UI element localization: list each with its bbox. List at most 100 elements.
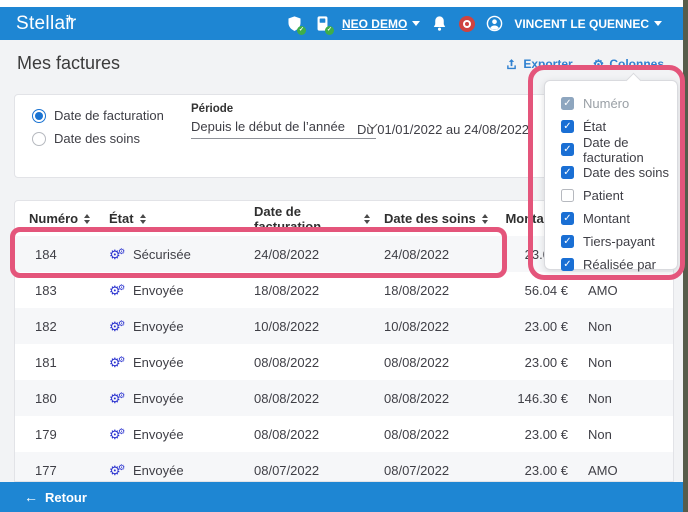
column-checkbox-label: Patient — [583, 188, 623, 203]
etat-label: Envoyée — [133, 355, 184, 370]
cell-date-facturation: 08/07/2022 — [240, 463, 370, 478]
app-logo[interactable]: Stellair — [16, 13, 76, 35]
cell-numero: 180 — [15, 391, 95, 406]
cell-etat: Envoyée — [95, 283, 240, 298]
date-range-text: Du 01/01/2022 au 24/08/2022 — [357, 122, 529, 137]
cell-date-soins: 10/08/2022 — [370, 319, 490, 334]
radio-date-soins-label: Date des soins — [54, 131, 140, 146]
cell-numero: 184 — [15, 247, 95, 262]
user-menu[interactable]: VINCENT LE QUENNEC — [514, 17, 662, 31]
column-checkbox-item[interactable]: Patient — [561, 184, 677, 207]
user-name: VINCENT LE QUENNEC — [514, 17, 649, 31]
chevron-down-icon — [654, 21, 662, 26]
lifebuoy-help-icon[interactable] — [459, 16, 475, 32]
cogs-status-icon — [109, 428, 126, 441]
cell-date-facturation: 24/08/2022 — [240, 247, 370, 262]
back-button[interactable]: Retour — [24, 489, 87, 505]
cell-date-soins: 08/07/2022 — [370, 463, 490, 478]
check-badge-icon — [297, 26, 306, 35]
etat-label: Envoyée — [133, 463, 184, 478]
column-header-date-facturation[interactable]: Date de facturation — [240, 204, 370, 234]
cell-date-facturation: 08/08/2022 — [240, 391, 370, 406]
column-checkbox-label: Date des soins — [583, 165, 669, 180]
arrow-left-icon — [24, 489, 38, 505]
screen-edge-strip — [683, 0, 688, 512]
checkbox-icon — [561, 97, 574, 110]
cell-date-soins: 08/08/2022 — [370, 391, 490, 406]
table-row[interactable]: 177 Envoyée 08/07/2022 08/07/2022 23.00 … — [15, 452, 673, 482]
column-checkbox-label: Réalisée par — [583, 257, 656, 272]
cogs-status-icon — [109, 356, 126, 369]
cell-montant: 146.30 € — [490, 391, 580, 406]
radio-date-soins[interactable]: Date des soins — [32, 131, 140, 146]
cogs-status-icon — [109, 392, 126, 405]
cell-tiers-payant: AMO — [580, 283, 655, 298]
column-checkbox-item[interactable]: Montant — [561, 207, 677, 230]
cell-numero: 179 — [15, 427, 95, 442]
table-row[interactable]: 181 Envoyée 08/08/2022 08/08/2022 23.00 … — [15, 344, 673, 380]
gear-icon: ⚙ — [593, 58, 605, 71]
check-badge-icon — [325, 26, 334, 35]
cell-numero: 183 — [15, 283, 95, 298]
organization-dropdown[interactable]: NEO DEMO — [342, 17, 420, 31]
cell-numero: 177 — [15, 463, 95, 478]
cell-numero: 182 — [15, 319, 95, 334]
table-row[interactable]: 183 Envoyée 18/08/2022 18/08/2022 56.04 … — [15, 272, 673, 308]
column-checkbox-item[interactable]: Date de facturation — [561, 138, 677, 161]
cell-etat: Envoyée — [95, 391, 240, 406]
table-row[interactable]: 179 Envoyée 08/08/2022 08/08/2022 23.00 … — [15, 416, 673, 452]
column-header-numero[interactable]: Numéro — [15, 211, 95, 226]
cell-montant: 23.00 € — [490, 463, 580, 478]
cell-date-soins: 24/08/2022 — [370, 247, 490, 262]
cell-montant: 56.04 € — [490, 283, 580, 298]
column-checkbox-label: Date de facturation — [583, 135, 677, 165]
checkbox-icon — [561, 166, 574, 179]
column-header-etat[interactable]: État — [95, 211, 240, 226]
column-checkbox-item[interactable]: Tiers-payant — [561, 230, 677, 253]
cogs-status-icon — [109, 248, 126, 261]
periode-select[interactable]: Depuis le début de l’année — [191, 119, 376, 139]
cell-etat: Envoyée — [95, 319, 240, 334]
table-row[interactable]: 182 Envoyée 10/08/2022 10/08/2022 23.00 … — [15, 308, 673, 344]
card-reader-icon[interactable] — [314, 15, 331, 32]
periode-label: Période — [191, 103, 376, 115]
radio-date-facturation[interactable]: Date de facturation — [32, 108, 164, 123]
etat-label: Sécurisée — [133, 247, 191, 262]
radio-unselected-icon — [32, 132, 46, 146]
cell-numero: 181 — [15, 355, 95, 370]
sort-icon — [482, 214, 488, 224]
cell-date-facturation: 08/08/2022 — [240, 355, 370, 370]
table-row[interactable]: 180 Envoyée 08/08/2022 08/08/2022 146.30… — [15, 380, 673, 416]
cell-etat: Envoyée — [95, 355, 240, 370]
organization-name: NEO DEMO — [342, 17, 407, 31]
sort-icon — [140, 214, 146, 224]
shield-check-icon[interactable] — [286, 15, 303, 32]
export-label: Exporter — [523, 57, 572, 71]
column-checkbox-item[interactable]: Date des soins — [561, 161, 677, 184]
column-checkbox-item[interactable]: Réalisée par — [561, 253, 677, 276]
column-checkbox-label: Tiers-payant — [583, 234, 655, 249]
cell-date-facturation: 18/08/2022 — [240, 283, 370, 298]
column-checkbox-label: Montant — [583, 211, 630, 226]
user-circle-icon[interactable] — [486, 15, 503, 32]
export-button[interactable]: Exporter — [505, 57, 572, 71]
columns-button[interactable]: ⚙ Colonnes — [593, 57, 664, 71]
page-title: Mes factures — [17, 53, 120, 74]
cell-tiers-payant: AMO — [580, 463, 655, 478]
column-checkbox-label: État — [583, 119, 606, 134]
cogs-status-icon — [109, 320, 126, 333]
column-header-date-soins[interactable]: Date des soins — [370, 211, 490, 226]
checkbox-icon — [561, 120, 574, 133]
app-header: Stellair NEO DEMO VINCENT LE QUENNEC — [0, 7, 688, 40]
bell-icon[interactable] — [431, 15, 448, 32]
etat-label: Envoyée — [133, 319, 184, 334]
radio-selected-icon — [32, 109, 46, 123]
columns-dropdown-menu: Numéro État Date de facturation Date des… — [544, 80, 678, 270]
column-checkbox-label: Numéro — [583, 96, 629, 111]
footer-bar: Retour — [0, 482, 688, 512]
column-checkbox-item[interactable]: Numéro — [561, 92, 677, 115]
periode-group: Période Depuis le début de l’année — [191, 103, 376, 139]
chevron-down-icon — [412, 21, 420, 26]
cell-montant: 23.00 € — [490, 355, 580, 370]
cell-tiers-payant: Non — [580, 355, 655, 370]
